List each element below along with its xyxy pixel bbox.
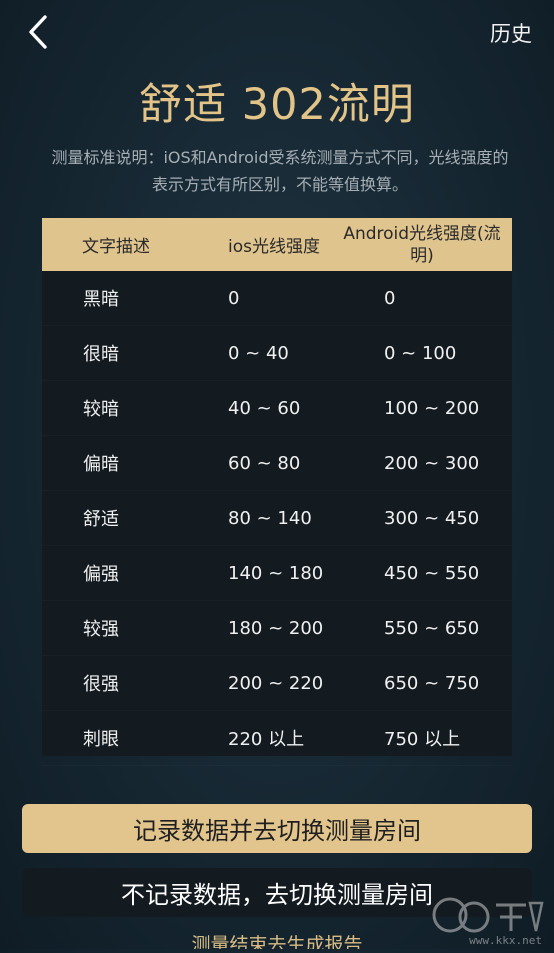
table-row: 较暗 40 ~ 60 100 ~ 200 — [42, 381, 512, 436]
row-ios-value: 0 — [228, 287, 240, 309]
brightness-table: 文字描述 ios光线强度 Android光线强度(流明) 黑暗 0 0 很暗 0… — [42, 218, 512, 756]
row-description: 黑暗 — [83, 289, 119, 310]
row-android-value: 300 ~ 450 — [384, 507, 480, 529]
row-description: 刺眼 — [83, 729, 119, 750]
table-row: 刺眼 220 以上 750 以上 — [42, 711, 512, 766]
table-header: 文字描述 ios光线强度 Android光线强度(流明) — [42, 218, 512, 271]
row-ios-value: 140 ~ 180 — [228, 562, 324, 584]
top-bar: 历史 — [0, 0, 554, 64]
row-android-value: 0 ~ 100 — [384, 342, 457, 364]
row-android-value: 650 ~ 750 — [384, 672, 480, 694]
row-ios-value: 60 ~ 80 — [228, 452, 301, 474]
row-description: 偏暗 — [83, 454, 119, 475]
page-title: 舒适 302流明 — [139, 80, 415, 130]
row-ios-value: 80 ~ 140 — [228, 507, 312, 529]
history-link[interactable]: 历史 — [490, 18, 532, 48]
table-row: 较强 180 ~ 200 550 ~ 650 — [42, 601, 512, 656]
record-and-switch-button[interactable]: 记录数据并去切换测量房间 — [22, 804, 532, 853]
row-android-value: 550 ~ 650 — [384, 617, 480, 639]
row-description: 很强 — [83, 674, 119, 695]
row-android-value: 750 以上 — [384, 729, 461, 750]
table-row: 很强 200 ~ 220 650 ~ 750 — [42, 656, 512, 711]
chevron-left-icon — [29, 15, 47, 49]
measurement-description: 测量标准说明：iOS和Android受系统测量方式不同，光线强度的表示方式有所区… — [51, 148, 509, 194]
row-ios-value: 220 以上 — [228, 729, 305, 750]
row-description: 舒适 — [83, 509, 119, 530]
row-ios-value: 180 ~ 200 — [228, 617, 324, 639]
row-ios-value: 40 ~ 60 — [228, 397, 301, 419]
site-watermark: www.kkx.net — [430, 887, 550, 949]
row-description: 偏强 — [83, 564, 119, 585]
table-row: 偏暗 60 ~ 80 200 ~ 300 — [42, 436, 512, 491]
header-ios-intensity: ios光线强度 — [228, 237, 320, 257]
row-description: 很暗 — [83, 344, 119, 365]
row-android-value: 200 ~ 300 — [384, 452, 480, 474]
table-row: 偏强 140 ~ 180 450 ~ 550 — [42, 546, 512, 601]
back-button[interactable] — [20, 12, 60, 52]
row-description: 较暗 — [83, 399, 119, 420]
row-android-value: 100 ~ 200 — [384, 397, 480, 419]
row-ios-value: 200 ~ 220 — [228, 672, 324, 694]
header-description: 文字描述 — [82, 237, 150, 257]
table-row: 很暗 0 ~ 40 0 ~ 100 — [42, 326, 512, 381]
row-android-value: 450 ~ 550 — [384, 562, 480, 584]
header-android-intensity: Android光线强度(流明) — [343, 223, 501, 266]
row-android-value: 0 — [384, 287, 396, 309]
row-description: 较强 — [83, 619, 119, 640]
table-row: 舒适 80 ~ 140 300 ~ 450 — [42, 491, 512, 546]
table-row: 黑暗 0 0 — [42, 271, 512, 326]
watermark-text: www.kkx.net — [469, 934, 542, 947]
row-ios-value: 0 ~ 40 — [228, 342, 289, 364]
